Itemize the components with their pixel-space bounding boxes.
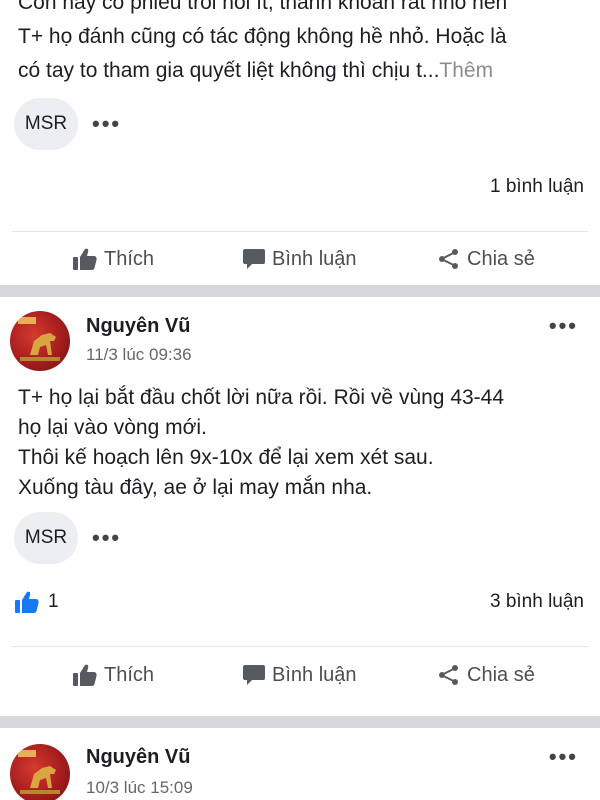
like-button[interactable]: Thích (72, 247, 154, 271)
post-1: Còn này cổ phiếu trôi nổi ít, thanh khoả… (0, 0, 600, 285)
share-button[interactable]: Chia sẻ (437, 663, 535, 687)
avatar[interactable] (10, 744, 70, 800)
share-button[interactable]: Chia sẻ (437, 247, 535, 271)
author-name[interactable]: Nguyên Vũ (86, 746, 190, 769)
see-more-link[interactable]: Thêm (439, 59, 493, 82)
post-1-stats: 1 bình luận (0, 172, 600, 202)
post-2-comments-count[interactable]: 3 bình luận (490, 591, 584, 613)
thumbs-up-icon (73, 664, 97, 686)
post-2-line-3: Thôi kế hoạch lên 9x-10x để lại xem xét … (18, 446, 434, 469)
post-1-comments-count[interactable]: 1 bình luận (490, 176, 584, 198)
stock-tag-msr[interactable]: MSR (14, 512, 78, 564)
post-2-line-4: Xuống tàu đây, ae ở lại may mắn nha. (18, 476, 373, 499)
share-label: Chia sẻ (467, 247, 535, 270)
stock-tag-msr[interactable]: MSR (14, 98, 78, 150)
post-1-tag-row: MSR ••• (14, 98, 121, 150)
post-time[interactable]: 10/3 lúc 15:09 (86, 778, 193, 798)
comment-button[interactable]: Bình luận (242, 247, 357, 271)
like-label: Thích (104, 247, 155, 270)
post-1-line-3-text: có tay to tham gia quyết liệt không thì … (18, 59, 440, 82)
post-2-line-2: họ lại vào vòng mới. (18, 416, 207, 439)
tag-more-icon[interactable]: ••• (92, 113, 121, 135)
author-name[interactable]: Nguyên Vũ (86, 315, 190, 338)
avatar-horse-image (18, 317, 60, 361)
post-1-text: Còn này cổ phiếu trôi nổi ít, thanh khoả… (18, 0, 588, 88)
post-time[interactable]: 11/3 lúc 09:36 (86, 345, 192, 365)
comment-bubble-icon (243, 665, 265, 685)
comment-bubble-icon (243, 249, 265, 269)
more-dots-icon[interactable]: ••• (549, 315, 578, 337)
comment-label: Bình luận (272, 663, 357, 686)
share-icon (439, 249, 458, 269)
post-2-line-1: T+ họ lại bắt đầu chốt lời nữa rồi. Rồi … (18, 386, 505, 409)
thumbs-up-icon (73, 248, 97, 270)
post-1-line-2: T+ họ đánh cũng có tác động không hề nhỏ… (18, 25, 507, 48)
divider (12, 231, 588, 232)
like-button[interactable]: Thích (72, 663, 154, 687)
blue-thumbs-up-icon (15, 591, 39, 613)
post-1-line-3: có tay to tham gia quyết liệt không thì … (18, 54, 588, 88)
divider (12, 646, 588, 647)
avatar[interactable] (10, 311, 70, 371)
likes-count: 1 (48, 591, 59, 612)
post-1-line-1: Còn này cổ phiếu trôi nổi ít, thanh khoả… (18, 0, 508, 14)
post-2-stats: 1 3 bình luận (0, 587, 600, 617)
tag-more-icon[interactable]: ••• (92, 527, 121, 549)
post-separator (0, 285, 600, 297)
comment-label: Bình luận (272, 247, 357, 270)
post-3: Nguyên Vũ 10/3 lúc 15:09 ••• (0, 728, 600, 800)
share-label: Chia sẻ (467, 663, 535, 686)
post-separator (0, 716, 600, 728)
post-2-text: T+ họ lại bắt đầu chốt lời nữa rồi. Rồi … (18, 383, 588, 503)
more-dots-icon[interactable]: ••• (549, 746, 578, 768)
share-icon (439, 665, 458, 685)
avatar-horse-image (18, 750, 60, 794)
post-2-actions: Thích Bình luận Chia sẻ (0, 652, 600, 698)
post-1-actions: Thích Bình luận Chia sẻ (0, 236, 600, 282)
post-2-likes[interactable]: 1 (14, 590, 59, 614)
comment-button[interactable]: Bình luận (242, 663, 357, 687)
post-2: Nguyên Vũ 11/3 lúc 09:36 ••• T+ họ lại b… (0, 297, 600, 716)
post-2-tag-row: MSR ••• (14, 512, 121, 564)
like-label: Thích (104, 663, 155, 686)
